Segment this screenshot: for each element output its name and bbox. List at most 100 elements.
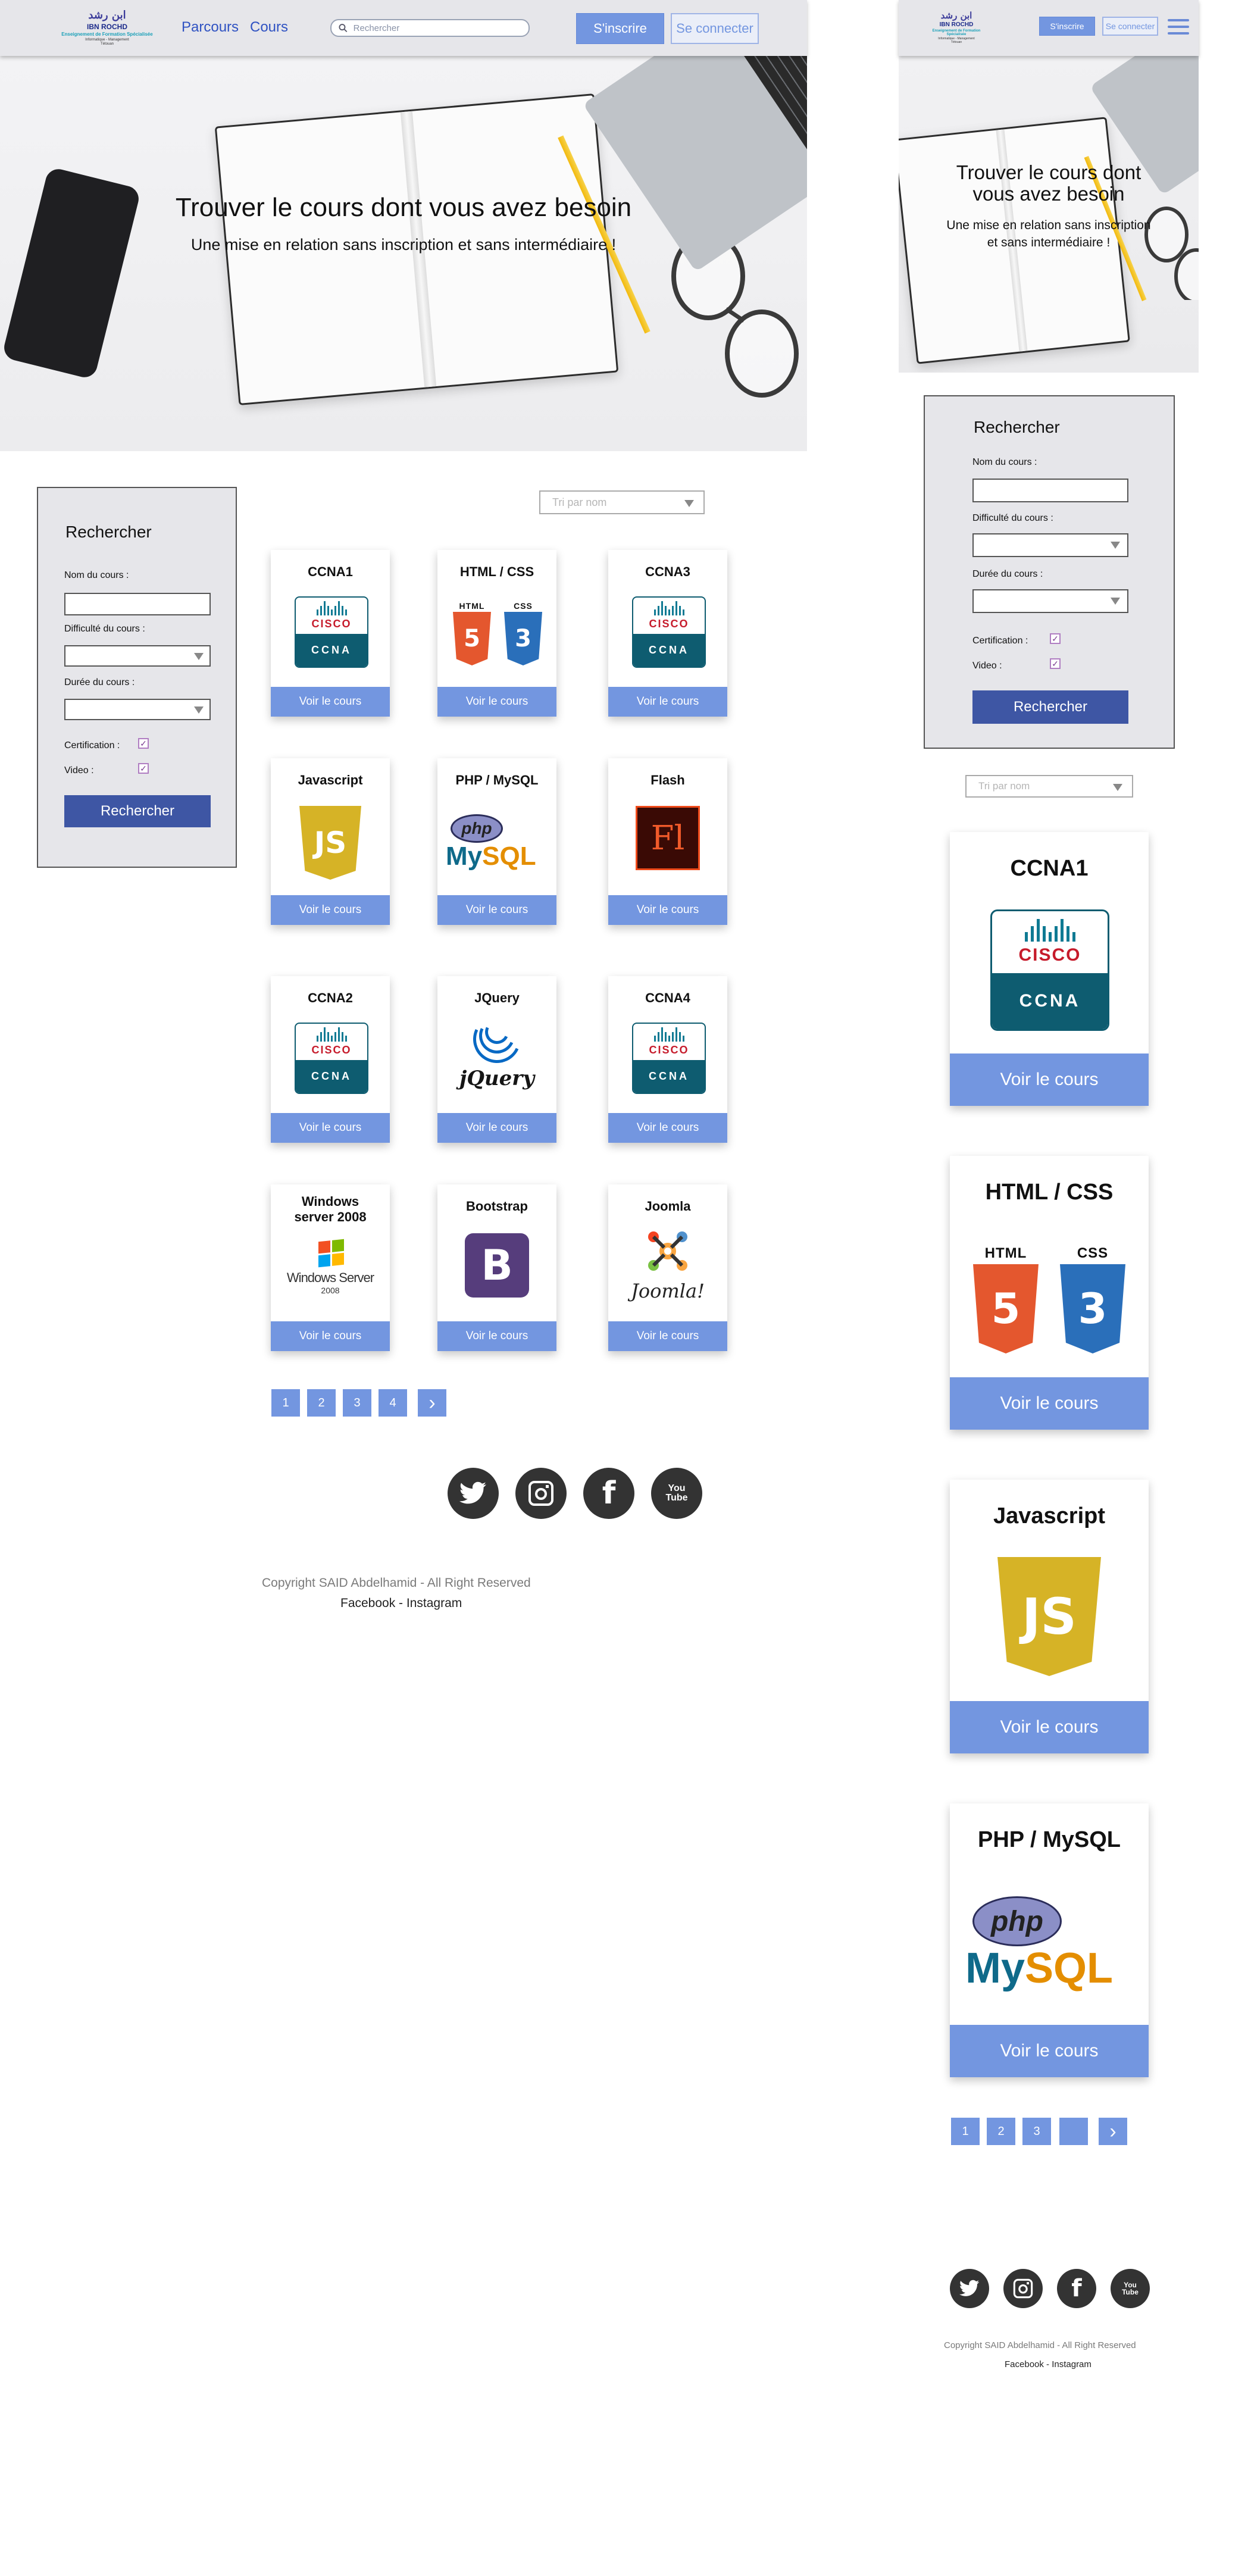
page-3-button[interactable]: 3	[343, 1389, 371, 1417]
difficulty-select[interactable]	[972, 533, 1128, 557]
view-course-button[interactable]: Voir le cours	[437, 687, 556, 717]
page-1-button[interactable]: 1	[271, 1389, 300, 1417]
course-title: Bootstrap	[466, 1199, 528, 1214]
facebook-icon[interactable]: f	[583, 1468, 634, 1519]
hero-subtitle: Une mise en relation sans inscription et …	[946, 218, 1151, 249]
view-course-button[interactable]: Voir le cours	[437, 895, 556, 925]
course-name-input[interactable]	[64, 593, 211, 615]
video-label: Video :	[64, 765, 94, 776]
page-2-button[interactable]: 2	[307, 1389, 336, 1417]
brand-arabic: ابن رشد	[88, 9, 126, 21]
video-label: Video :	[972, 661, 1002, 671]
next-page-button[interactable]: ›	[418, 1389, 446, 1417]
page-2-button[interactable]: 2	[987, 2118, 1015, 2145]
filter-submit-button[interactable]: Rechercher	[64, 795, 211, 827]
login-button[interactable]: Se connecter	[1102, 17, 1158, 36]
hamburger-menu-icon[interactable]	[1168, 19, 1189, 35]
next-page-button[interactable]: ›	[1099, 2118, 1127, 2145]
certification-checkbox[interactable]: ✓	[138, 738, 149, 749]
login-button[interactable]: Se connecter	[671, 13, 759, 44]
page-3-button[interactable]: 3	[1022, 2118, 1051, 2145]
facebook-icon[interactable]: f	[1057, 2269, 1096, 2308]
view-course-button[interactable]: Voir le cours	[271, 1113, 390, 1143]
filter-title: Rechercher	[974, 418, 1060, 436]
course-title: PHP / MySQL	[977, 1827, 1121, 1852]
page-1-button[interactable]: 1	[951, 2118, 980, 2145]
sort-select[interactable]: Tri par nom	[539, 490, 705, 514]
css3-icon: CSS 3	[502, 601, 545, 665]
view-course-button[interactable]: Voir le cours	[950, 1053, 1149, 1106]
chevron-down-icon	[684, 500, 694, 507]
hero-banner: Trouver le cours dont vous avez besoin U…	[0, 56, 807, 451]
page-4-button[interactable]: 4	[379, 1389, 407, 1417]
filter-panel: Rechercher Nom du cours : Difficulté du …	[37, 487, 237, 868]
register-button[interactable]: S'inscrire	[576, 13, 664, 44]
duration-label: Durée du cours :	[972, 569, 1043, 579]
view-course-button[interactable]: Voir le cours	[437, 1113, 556, 1143]
css3-icon: CSS 3	[1057, 1245, 1128, 1353]
course-title: Joomla	[645, 1199, 691, 1214]
search-input[interactable]	[352, 22, 528, 34]
youtube-icon[interactable]: You Tube	[1111, 2269, 1150, 2308]
page-4-button[interactable]	[1059, 2118, 1088, 2145]
course-card-joomla: Joomla Joomla! Voir le cours	[608, 1184, 727, 1351]
instagram-icon[interactable]	[1003, 2269, 1043, 2308]
view-course-button[interactable]: Voir le cours	[608, 1321, 727, 1351]
view-course-button[interactable]: Voir le cours	[950, 1377, 1149, 1430]
mysql-logo: MySQL	[446, 842, 536, 871]
view-course-button[interactable]: Voir le cours	[437, 1321, 556, 1351]
view-course-button[interactable]: Voir le cours	[608, 687, 727, 717]
footer-links[interactable]: Facebook - Instagram	[1005, 2359, 1092, 2369]
video-checkbox[interactable]: ✓	[1050, 658, 1061, 669]
certification-checkbox[interactable]: ✓	[1050, 633, 1061, 644]
brand-line3: Informatique - Management	[85, 38, 129, 42]
windows-server-year: 2008	[321, 1286, 340, 1295]
twitter-icon[interactable]	[448, 1468, 499, 1519]
sort-label: Tri par nom	[978, 780, 1030, 792]
footer-links[interactable]: Facebook - Instagram	[340, 1596, 462, 1611]
twitter-icon[interactable]	[950, 2269, 989, 2308]
duration-select[interactable]	[972, 589, 1128, 613]
course-card-html-css: HTML / CSS HTML 5 CSS 3 Voir le cours	[437, 550, 556, 717]
brand-logo[interactable]: ابن رشد IBN ROCHD Enseignement de Format…	[60, 5, 155, 51]
nav-link-parcours[interactable]: Parcours	[182, 19, 239, 36]
duration-select[interactable]	[64, 699, 211, 720]
mobile-course-card-ccna1: CCNA1 CISCO CCNA Voir le cours	[950, 832, 1149, 1106]
course-name-input[interactable]	[972, 479, 1128, 502]
course-name-label: Nom du cours :	[972, 457, 1037, 467]
bootstrap-logo: B	[465, 1233, 529, 1298]
view-course-button[interactable]: Voir le cours	[271, 687, 390, 717]
hero-subtitle: Une mise en relation sans inscription et…	[190, 236, 617, 254]
view-course-button[interactable]: Voir le cours	[950, 2025, 1149, 2077]
nav-link-cours[interactable]: Cours	[250, 19, 288, 36]
course-title: CCNA1	[1010, 856, 1089, 881]
glasses-image	[671, 235, 799, 398]
mobile-course-card-javascript: Javascript JS Voir le cours	[950, 1480, 1149, 1753]
php-logo: php	[972, 1896, 1062, 1946]
joomla-wordmark: Joomla!	[631, 1280, 705, 1302]
register-button[interactable]: S'inscrire	[1039, 17, 1095, 36]
jquery-wordmark: jQuery	[459, 1067, 534, 1090]
mobile-course-card-php-mysql: PHP / MySQL php MySQL Voir le cours	[950, 1803, 1149, 2077]
copyright-text: Copyright SAID Abdelhamid - All Right Re…	[262, 1576, 531, 1590]
chevron-down-icon	[194, 706, 204, 714]
instagram-icon[interactable]	[515, 1468, 567, 1519]
duration-label: Durée du cours :	[64, 677, 135, 687]
view-course-button[interactable]: Voir le cours	[271, 895, 390, 925]
course-title: PHP / MySQL	[455, 773, 539, 787]
youtube-icon[interactable]: You Tube	[651, 1468, 702, 1519]
difficulty-label: Difficulté du cours :	[64, 624, 145, 634]
search-bar[interactable]	[330, 19, 530, 37]
view-course-button[interactable]: Voir le cours	[950, 1701, 1149, 1753]
video-checkbox[interactable]: ✓	[138, 763, 149, 774]
filter-title: Rechercher	[65, 523, 152, 541]
view-course-button[interactable]: Voir le cours	[608, 895, 727, 925]
filter-submit-button[interactable]: Rechercher	[972, 690, 1128, 724]
certification-label: Certification :	[64, 740, 120, 751]
difficulty-select[interactable]	[64, 645, 211, 667]
hero-title: Trouver le cours dont vous avez besoin	[175, 193, 632, 222]
view-course-button[interactable]: Voir le cours	[271, 1321, 390, 1351]
brand-logo[interactable]: ابن رشد IBN ROCHD Enseignement de Format…	[924, 4, 989, 51]
view-course-button[interactable]: Voir le cours	[608, 1113, 727, 1143]
mobile-sort-select[interactable]: Tri par nom	[965, 775, 1133, 798]
